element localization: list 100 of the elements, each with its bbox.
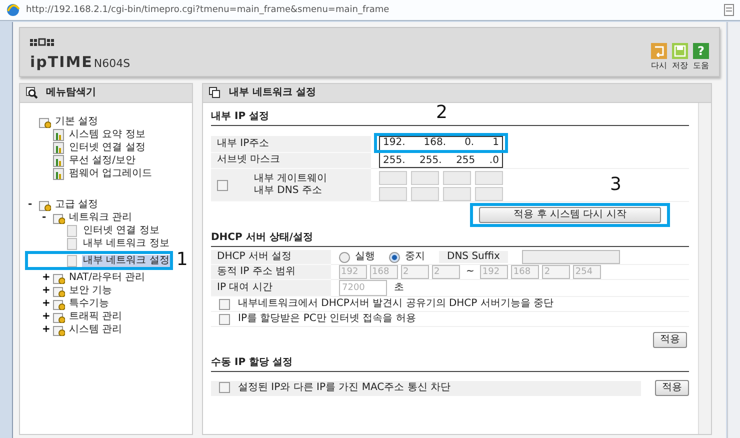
section-title: DHCP 서버 상태/설정 — [211, 228, 689, 247]
expand-toggle[interactable]: + — [42, 324, 50, 336]
folder-icon — [39, 116, 51, 128]
field-label: 내부 IP주소 — [217, 138, 270, 150]
input-field[interactable] — [411, 171, 439, 185]
folder-icon — [39, 198, 51, 210]
checkbox[interactable] — [219, 382, 230, 393]
model-name: N604S — [94, 58, 130, 70]
field-label: IP 대여 시간 — [217, 282, 272, 294]
mask-octet: 255. — [383, 155, 406, 167]
panel-title: 내부 네트워크 설정 — [229, 87, 316, 99]
option-label: IP를 할당받은 PC만 인터넷 접속을 허용 — [238, 313, 416, 325]
expand-toggle[interactable]: + — [42, 284, 50, 296]
input-field[interactable] — [443, 171, 471, 185]
input-field[interactable] — [443, 187, 471, 201]
window-icon — [209, 87, 221, 99]
section-title: 수동 IP 할당 설정 — [211, 353, 689, 372]
radio-button[interactable] — [339, 252, 350, 262]
folder-icon — [53, 310, 65, 322]
menu-item[interactable]: 트래픽 관리 — [68, 310, 124, 322]
chart-icon — [53, 128, 65, 140]
menu-item[interactable]: 기본 설정 — [54, 116, 100, 128]
annotation-number: 1 — [176, 250, 188, 270]
menu-item[interactable]: 내부 네트워크 설정 — [82, 254, 170, 266]
radio-button[interactable] — [389, 252, 400, 262]
page-icon — [67, 224, 79, 236]
unit-label: 초 — [394, 282, 404, 294]
folder-icon — [53, 284, 65, 296]
checkbox[interactable] — [219, 314, 230, 324]
field-label: 동적 IP 주소 범위 — [217, 266, 296, 278]
page-icon — [67, 238, 79, 250]
page-icon — [67, 254, 79, 266]
menu-item[interactable]: 특수기능 — [68, 298, 110, 310]
search-icon — [26, 87, 38, 99]
ip-octet: 0. — [464, 137, 474, 149]
mask-octet: 255. — [420, 155, 442, 167]
folder-icon — [53, 324, 65, 336]
ip-octet: 168. — [424, 137, 446, 149]
input-field[interactable] — [379, 187, 407, 201]
expand-toggle[interactable]: - — [42, 212, 46, 224]
option-label: 내부네트워크에서 DHCP서버 발견시 공유기의 DHCP 서버기능을 중단 — [238, 298, 554, 310]
input-field[interactable] — [475, 171, 503, 185]
scrollbar[interactable] — [727, 22, 740, 438]
field-label: DHCP 서버 설정 — [217, 251, 292, 263]
help-button[interactable]: ? — [693, 43, 709, 59]
input-field[interactable] — [475, 187, 503, 201]
apply-button[interactable]: 적용 — [655, 380, 689, 396]
restart-button[interactable]: 적용 후 시스템 다시 시작 — [479, 207, 661, 223]
scrollbar[interactable] — [698, 103, 711, 434]
radio-label: 실행 — [355, 251, 375, 263]
radio-label: 중지 — [405, 251, 425, 263]
folder-icon — [53, 212, 65, 224]
input-field[interactable] — [522, 250, 620, 264]
undo-button[interactable] — [651, 43, 667, 59]
menu-item[interactable]: 네트워크 관리 — [68, 212, 134, 224]
option-label: 설정된 IP와 다른 IP를 가진 MAC주소 통신 차단 — [238, 382, 450, 394]
save-icon — [674, 45, 686, 57]
expand-toggle[interactable]: + — [42, 298, 50, 310]
chart-icon — [53, 154, 65, 166]
ip-octet: 1 — [492, 137, 499, 149]
annotation-number: 3 — [610, 175, 622, 195]
expand-toggle[interactable]: + — [42, 310, 50, 322]
field-label: 내부 게이트웨이 — [254, 173, 328, 185]
tool-label: 도움 — [693, 60, 709, 72]
menu-item[interactable]: 시스템 관리 — [68, 324, 124, 336]
range-separator: ~ — [466, 266, 474, 278]
apply-button[interactable]: 적용 — [653, 332, 687, 348]
menu-item[interactable]: 펌웨어 업그레이드 — [68, 168, 154, 180]
field-label: 내부 DNS 주소 — [254, 185, 323, 197]
chart-icon — [53, 168, 65, 180]
undo-icon — [653, 45, 665, 57]
menu-item[interactable]: NAT/라우터 관리 — [68, 272, 146, 284]
input-field[interactable] — [379, 171, 407, 185]
folder-icon — [53, 272, 65, 284]
menu-item[interactable]: 보안 기능 — [68, 284, 114, 296]
annotation-number: 2 — [436, 103, 448, 123]
menu-item[interactable]: 인터넷 연결 설정 — [68, 142, 146, 154]
address-bar[interactable]: http://192.168.2.1/cgi-bin/timepro.cgi?tmenu=main_frame&smenu=main_frame — [0, 0, 740, 21]
input-field[interactable] — [411, 187, 439, 201]
menu-item[interactable]: 무선 설정/보안 — [68, 154, 137, 166]
expand-toggle[interactable]: + — [42, 272, 50, 284]
menu-item[interactable]: 내부 네트워크 정보 — [82, 238, 170, 250]
menu-item[interactable]: 인터넷 연결 정보 — [82, 224, 160, 236]
address-field[interactable]: 192. 168. 0. 1 255. 255. 255 .0 — [379, 136, 503, 168]
mask-octet: 255 — [456, 155, 476, 167]
tool-label: 다시 — [651, 60, 667, 72]
url-text: http://192.168.2.1/cgi-bin/timepro.cgi?tmenu=main_frame&smenu=main_frame — [26, 4, 390, 16]
save-button[interactable] — [672, 43, 688, 59]
browser-icon — [6, 3, 20, 17]
field-label: 서브넷 마스크 — [217, 154, 280, 166]
mask-octet: .0 — [489, 155, 499, 167]
checkbox[interactable] — [217, 180, 228, 190]
page-icon — [724, 4, 734, 16]
expand-toggle[interactable]: - — [28, 198, 32, 210]
menu-item[interactable]: 고급 설정 — [54, 198, 100, 210]
checkbox[interactable] — [219, 298, 230, 310]
ip-octet: 192. — [383, 137, 406, 149]
logo: ipTIME — [30, 56, 93, 68]
panel-title: 메뉴탐색기 — [46, 87, 96, 99]
menu-item[interactable]: 시스템 요약 정보 — [68, 128, 146, 140]
